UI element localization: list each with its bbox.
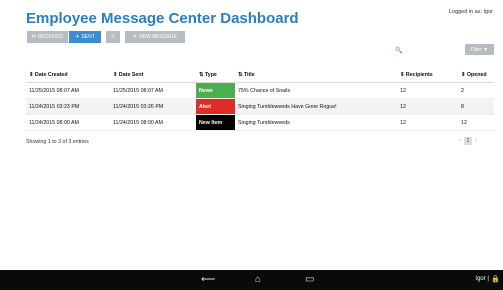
- prev-page-icon[interactable]: ‹: [459, 138, 461, 144]
- date-created-cell: 11/24/2015 03:23 PM: [26, 98, 110, 115]
- column-title[interactable]: ⇅ Title: [235, 67, 397, 83]
- recipients-cell: 12: [397, 114, 458, 131]
- send-icon: ✈: [133, 34, 138, 40]
- title-cell: Singing Tumbleweeds: [235, 114, 397, 131]
- sent-label: SENT: [81, 34, 95, 40]
- table-row[interactable]: 11/25/2015 08:07 AM 11/25/2015 08:07 AM …: [26, 82, 494, 99]
- title-cell: Singing Tumbleweeds Have Gone Rogue!: [235, 98, 397, 115]
- date-created-cell: 11/25/2015 08:07 AM: [26, 82, 110, 99]
- date-sent-cell: 11/24/2015 08:00 AM: [110, 114, 196, 131]
- date-sent-cell: 11/25/2015 08:07 AM: [110, 82, 196, 99]
- back-icon[interactable]: ⟵: [201, 275, 215, 285]
- recipients-cell: 12: [397, 98, 458, 115]
- sent-button[interactable]: ✈ SENT: [69, 31, 101, 43]
- nav-user-name: Igor |: [475, 276, 489, 282]
- type-cell: Alert: [196, 98, 235, 115]
- search-icon: 🔍: [395, 47, 403, 54]
- opened-cell: 2: [458, 82, 494, 99]
- logged-in-status: Logged in as: Igor: [448, 9, 493, 15]
- search-input[interactable]: [405, 47, 453, 53]
- column-opened[interactable]: ⇕ Opened: [458, 67, 494, 83]
- new-message-label: NEW MESSAGE: [139, 34, 177, 40]
- send-icon: ✈: [75, 34, 80, 40]
- recipients-cell: 12: [397, 82, 458, 99]
- opened-cell: 12: [458, 114, 494, 131]
- entries-info: Showing 1 to 3 of 3 entries: [26, 139, 89, 145]
- type-cell: News: [196, 82, 235, 99]
- table-row[interactable]: 11/24/2015 03:23 PM 11/24/2015 03:26 PM …: [26, 98, 494, 115]
- column-date-sent[interactable]: ⇕ Date Sent: [110, 67, 196, 83]
- type-badge: Alert: [196, 99, 235, 114]
- column-recipients[interactable]: ⇕ Recipients: [397, 67, 458, 83]
- received-label: RECEIVED: [37, 34, 64, 40]
- table-header-row: ⇕ Date Created ⇕ Date Sent ⇅ Type ⇅ Titl…: [26, 67, 494, 83]
- title-cell: 75% Chance of Snails: [235, 82, 397, 99]
- column-type[interactable]: ⇅ Type: [196, 67, 235, 83]
- search-box: 🔍: [395, 44, 455, 56]
- refresh-button[interactable]: ↻: [106, 31, 120, 43]
- received-button[interactable]: ✉ RECEIVED: [27, 31, 68, 43]
- home-icon[interactable]: ⌂: [255, 275, 261, 285]
- lock-icon[interactable]: 🔒: [491, 275, 500, 283]
- page-title: Employee Message Center Dashboard: [26, 10, 299, 27]
- envelope-icon: ✉: [31, 34, 36, 40]
- date-sent-cell: 11/24/2015 03:26 PM: [110, 98, 196, 115]
- type-cell: New Item: [196, 114, 235, 131]
- refresh-icon: ↻: [110, 34, 116, 40]
- opened-cell: 8: [458, 98, 494, 115]
- recent-apps-icon[interactable]: ▭: [305, 275, 314, 285]
- page-1-button[interactable]: 1: [463, 137, 473, 145]
- android-nav-bar: ⟵ ⌂ ▭ Igor | 🔒: [0, 270, 503, 290]
- next-page-icon[interactable]: ›: [475, 138, 477, 144]
- new-message-button[interactable]: ✈ NEW MESSAGE: [125, 31, 185, 43]
- messages-table: ⇕ Date Created ⇕ Date Sent ⇅ Type ⇅ Titl…: [26, 67, 494, 131]
- type-badge: New Item: [196, 115, 235, 130]
- table-row[interactable]: 11/24/2015 08:00 AM 11/24/2015 08:00 AM …: [26, 114, 494, 131]
- date-created-cell: 11/24/2015 08:00 AM: [26, 114, 110, 131]
- column-date-created[interactable]: ⇕ Date Created: [26, 67, 110, 83]
- filter-button[interactable]: Filter ▼: [465, 44, 494, 55]
- type-badge: News: [196, 83, 235, 98]
- pagination: ‹ 1 ›: [459, 137, 477, 145]
